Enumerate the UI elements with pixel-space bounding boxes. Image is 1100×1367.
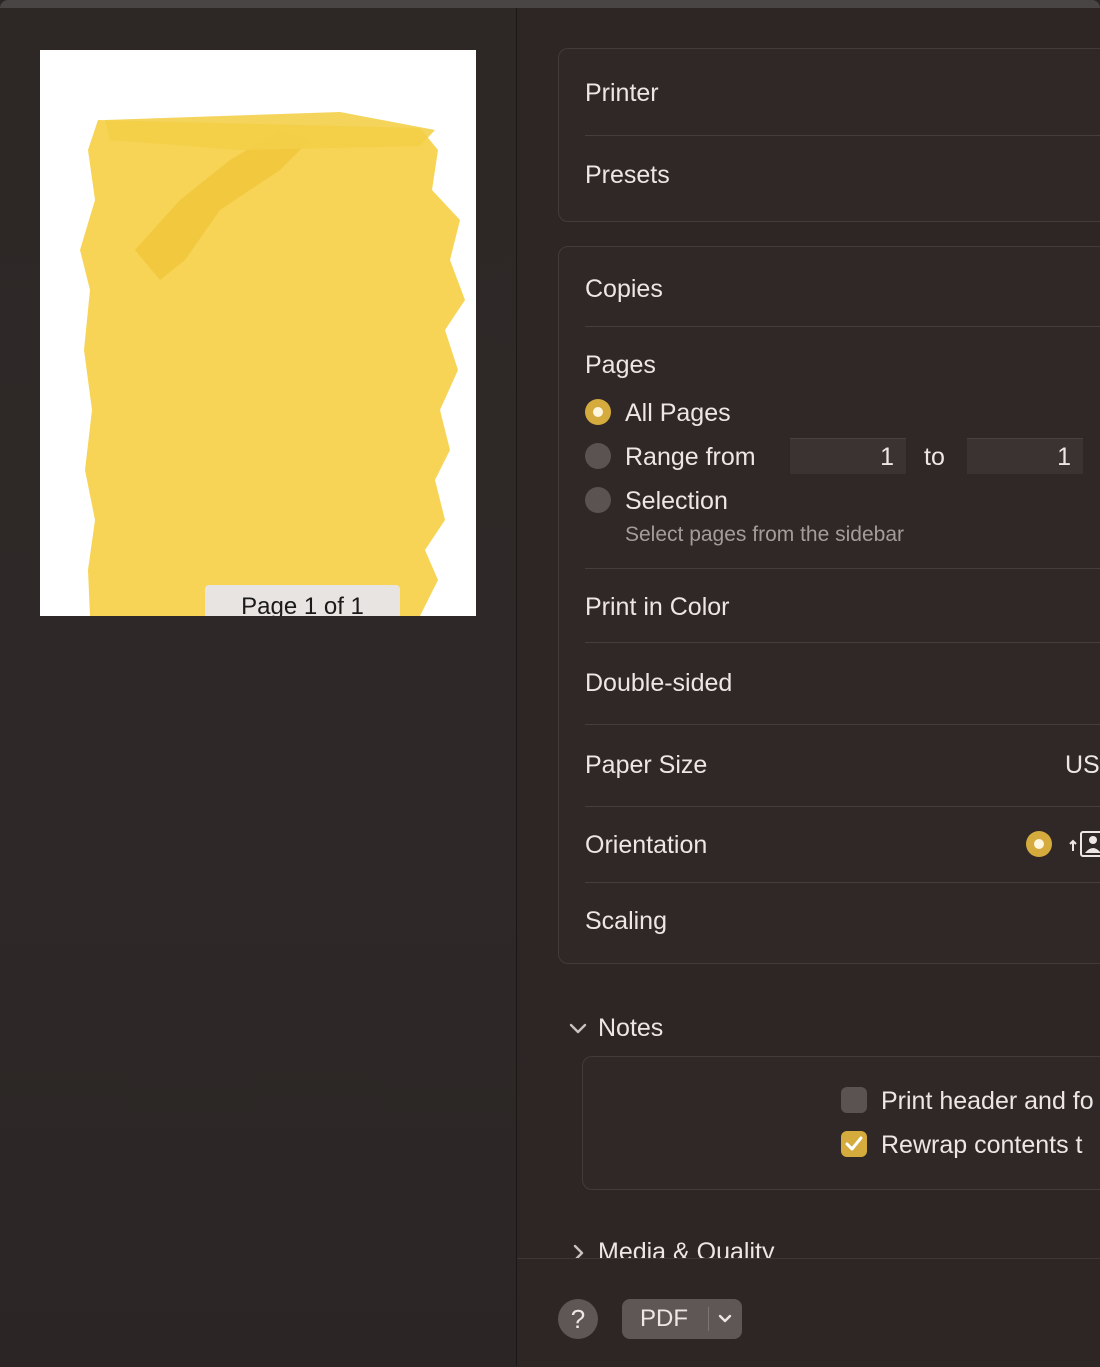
bottom-toolbar: ? PDF xyxy=(517,1258,1100,1367)
portrait-orientation-icon[interactable] xyxy=(1069,829,1100,859)
page-preview[interactable]: Page 1 of 1 xyxy=(40,50,476,616)
help-button[interactable]: ? xyxy=(558,1299,598,1339)
range-to-label: to xyxy=(924,443,945,471)
scaling-row[interactable]: Scaling xyxy=(585,907,1100,936)
window-top-edge xyxy=(0,0,1100,8)
print-in-color-row[interactable]: Print in Color xyxy=(585,593,1100,622)
preview-pane: Page 1 of 1 xyxy=(0,8,516,1366)
chevron-right-icon[interactable] xyxy=(572,1244,586,1258)
range-to-input[interactable]: 1 xyxy=(967,438,1083,474)
divider xyxy=(585,568,1100,569)
chevron-down-icon[interactable] xyxy=(716,1310,734,1328)
pdf-label: PDF xyxy=(640,1305,688,1332)
range-from-label[interactable]: Range from xyxy=(625,443,756,472)
divider xyxy=(585,642,1100,643)
rewrap-contents-label[interactable]: Rewrap contents t xyxy=(881,1131,1100,1160)
checkmark-icon xyxy=(845,1136,863,1151)
media-quality-section-header[interactable]: Media & Quality xyxy=(598,1238,1100,1258)
orientation-row: Orientation xyxy=(585,831,708,859)
pdf-menu-button[interactable]: PDF xyxy=(622,1299,742,1339)
divider xyxy=(708,1307,709,1331)
pages-label: Pages xyxy=(585,351,656,379)
all-pages-label[interactable]: All Pages xyxy=(625,399,1100,428)
paper-size-value[interactable]: US xyxy=(1065,751,1100,780)
all-pages-radio[interactable] xyxy=(585,399,611,425)
divider xyxy=(585,326,1100,327)
portrait-radio[interactable] xyxy=(1026,831,1052,857)
divider xyxy=(585,882,1100,883)
presets-row[interactable]: Presets xyxy=(585,161,1100,190)
divider xyxy=(585,724,1100,725)
paper-size-row[interactable]: Paper Size xyxy=(585,751,1100,780)
chevron-down-icon[interactable] xyxy=(569,1022,587,1036)
range-from-input[interactable]: 1 xyxy=(790,438,906,474)
settings-pane: Printer Presets Copies Pages All Pages R… xyxy=(517,8,1100,1258)
selection-radio[interactable] xyxy=(585,487,611,513)
notes-group: Print header and fo Rewrap contents t xyxy=(582,1056,1100,1190)
rewrap-contents-checkbox[interactable] xyxy=(841,1131,867,1157)
print-header-footer-label[interactable]: Print header and fo xyxy=(881,1087,1100,1116)
selection-hint: Select pages from the sidebar xyxy=(625,523,904,546)
print-options-group: Copies Pages All Pages Range from 1 to 1… xyxy=(558,246,1100,964)
print-header-footer-checkbox[interactable] xyxy=(841,1087,867,1113)
divider xyxy=(585,135,1100,136)
range-radio[interactable] xyxy=(585,443,611,469)
copies-row[interactable]: Copies xyxy=(585,275,1100,304)
selection-label[interactable]: Selection xyxy=(625,487,1100,516)
printer-presets-group: Printer Presets xyxy=(558,48,1100,222)
double-sided-row[interactable]: Double-sided xyxy=(585,669,1100,698)
divider xyxy=(585,806,1100,807)
yellow-redaction-scribble xyxy=(80,112,465,616)
page-number-label: Page 1 of 1 xyxy=(205,585,400,616)
notes-section-header[interactable]: Notes xyxy=(598,1014,1100,1043)
printer-row[interactable]: Printer xyxy=(585,79,1100,108)
